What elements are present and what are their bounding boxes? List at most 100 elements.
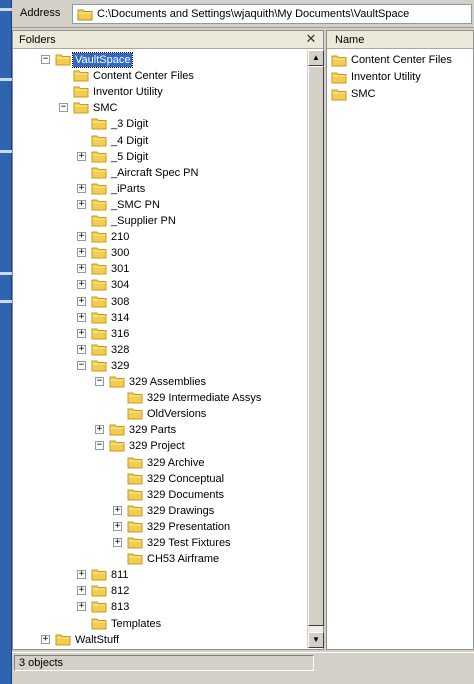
- folder-icon: [91, 230, 107, 246]
- list-item[interactable]: SMC: [331, 87, 471, 103]
- expand-icon[interactable]: [77, 264, 86, 274]
- list-item[interactable]: Inventor Utility: [331, 70, 471, 86]
- tree-item[interactable]: 812: [13, 583, 305, 599]
- expand-icon[interactable]: [95, 425, 104, 435]
- scroll-up-button[interactable]: ▲: [308, 50, 324, 66]
- tree-item-label: 329 Test Fixtures: [147, 537, 231, 549]
- tree-item[interactable]: WaltStuff: [13, 632, 305, 648]
- expand-icon[interactable]: [77, 312, 86, 322]
- tree-item[interactable]: OldVersions: [13, 406, 305, 422]
- tree-item-label: 813: [111, 601, 130, 614]
- status-bar: 3 objects: [12, 652, 474, 672]
- tree-item[interactable]: 301: [13, 261, 305, 277]
- folder-icon: [91, 150, 107, 166]
- tree-item[interactable]: _4 Digit: [13, 133, 305, 149]
- tree-item[interactable]: 328: [13, 342, 305, 358]
- expand-icon[interactable]: [77, 296, 86, 306]
- tree-item-label: 329 Project: [129, 440, 185, 453]
- tree-item[interactable]: 329 Archive: [13, 455, 305, 471]
- tree-item-label: Content Center Files: [93, 70, 194, 83]
- folder-icon: [91, 278, 107, 294]
- tree-item[interactable]: Inventor Utility: [13, 84, 305, 100]
- expand-icon[interactable]: [41, 634, 50, 644]
- tree-item[interactable]: CH53 Airframe: [13, 551, 305, 567]
- expand-icon[interactable]: [77, 344, 86, 354]
- list-item[interactable]: Content Center Files: [331, 53, 471, 69]
- tree-item[interactable]: 329 Parts: [13, 422, 305, 438]
- folder-icon: [91, 246, 107, 262]
- tree-item[interactable]: 329 Drawings: [13, 503, 305, 519]
- expand-icon[interactable]: [77, 248, 86, 258]
- expand-icon[interactable]: [77, 232, 86, 242]
- expand-icon[interactable]: [77, 280, 86, 290]
- scrollbar-thumb[interactable]: [308, 66, 324, 626]
- vertical-scrollbar[interactable]: ▲ ▼: [307, 50, 324, 648]
- column-header-label: Name: [335, 34, 365, 46]
- folder-icon: [91, 134, 107, 150]
- list-item-label: SMC: [351, 88, 376, 100]
- collapse-icon[interactable]: [77, 360, 86, 370]
- expand-icon[interactable]: [113, 521, 122, 531]
- expand-icon[interactable]: [77, 328, 86, 338]
- close-icon[interactable]: ✕: [304, 32, 318, 46]
- tree-item[interactable]: _Aircraft Spec PN: [13, 165, 305, 181]
- tree-item[interactable]: 308: [13, 294, 305, 310]
- tree-item[interactable]: 329 Test Fixtures: [13, 535, 305, 551]
- tree-item[interactable]: 329 Conceptual: [13, 471, 305, 487]
- tree-item-label: OldVersions: [147, 408, 207, 421]
- tree-item[interactable]: 329 Assemblies: [13, 374, 305, 390]
- folder-icon: [73, 101, 89, 117]
- tree-item[interactable]: 316: [13, 326, 305, 342]
- collapse-icon[interactable]: [41, 55, 50, 64]
- tree-item-label: 329 Parts: [129, 424, 177, 437]
- folder-icon: [91, 214, 107, 230]
- collapse-icon[interactable]: [95, 441, 104, 451]
- tree-item[interactable]: Templates: [13, 616, 305, 632]
- folder-icon: [127, 536, 143, 552]
- folder-icon: [55, 633, 71, 648]
- folder-icon: [127, 488, 143, 504]
- column-header-name[interactable]: Name: [327, 31, 473, 49]
- tree-item[interactable]: Content Center Files: [13, 68, 305, 84]
- tree-item[interactable]: VaultSpace: [13, 52, 305, 68]
- tree-item-label: _Supplier PN: [111, 215, 176, 227]
- folder-icon: [91, 295, 107, 311]
- collapse-icon[interactable]: [59, 103, 68, 113]
- tree-item-label: _SMC PN: [111, 198, 160, 211]
- tree-item[interactable]: 813: [13, 599, 305, 615]
- tree-item[interactable]: 329 Documents: [13, 487, 305, 503]
- tree-item[interactable]: 329: [13, 358, 305, 374]
- tree-item[interactable]: 314: [13, 310, 305, 326]
- tree-item[interactable]: 329 Intermediate Assys: [13, 390, 305, 406]
- tree-item[interactable]: 329 Project: [13, 438, 305, 454]
- address-input[interactable]: C:\Documents and Settings\wjaquith\My Do…: [72, 4, 472, 24]
- tree-item[interactable]: _3 Digit: [13, 116, 305, 132]
- tree-item[interactable]: SMC: [13, 100, 305, 116]
- folder-icon: [91, 584, 107, 600]
- expand-icon[interactable]: [77, 602, 86, 612]
- expand-icon[interactable]: [77, 151, 86, 161]
- tree-item-label: 314: [111, 311, 130, 324]
- tree-item-label: Inventor Utility: [93, 86, 163, 99]
- expand-icon[interactable]: [113, 505, 122, 515]
- folder-icon: [77, 8, 93, 24]
- folder-icon: [331, 71, 347, 87]
- tree-item[interactable]: 210: [13, 229, 305, 245]
- folder-icon: [127, 520, 143, 536]
- expand-icon[interactable]: [113, 538, 122, 547]
- tree-item-label: _3 Digit: [111, 118, 149, 131]
- tree-item[interactable]: _5 Digit: [13, 149, 305, 165]
- expand-icon[interactable]: [77, 570, 86, 580]
- expand-icon[interactable]: [77, 586, 86, 596]
- tree-item[interactable]: 300: [13, 245, 305, 261]
- tree-item[interactable]: _SMC PN: [13, 197, 305, 213]
- tree-item[interactable]: 811: [13, 567, 305, 583]
- tree-item[interactable]: _Supplier PN: [13, 213, 305, 229]
- tree-item[interactable]: _iParts: [13, 181, 305, 197]
- expand-icon[interactable]: [77, 199, 86, 209]
- tree-item[interactable]: 329 Presentation: [13, 519, 305, 535]
- collapse-icon[interactable]: [95, 377, 104, 386]
- tree-item[interactable]: 304: [13, 277, 305, 293]
- expand-icon[interactable]: [77, 183, 86, 193]
- scroll-down-button[interactable]: ▼: [308, 632, 324, 648]
